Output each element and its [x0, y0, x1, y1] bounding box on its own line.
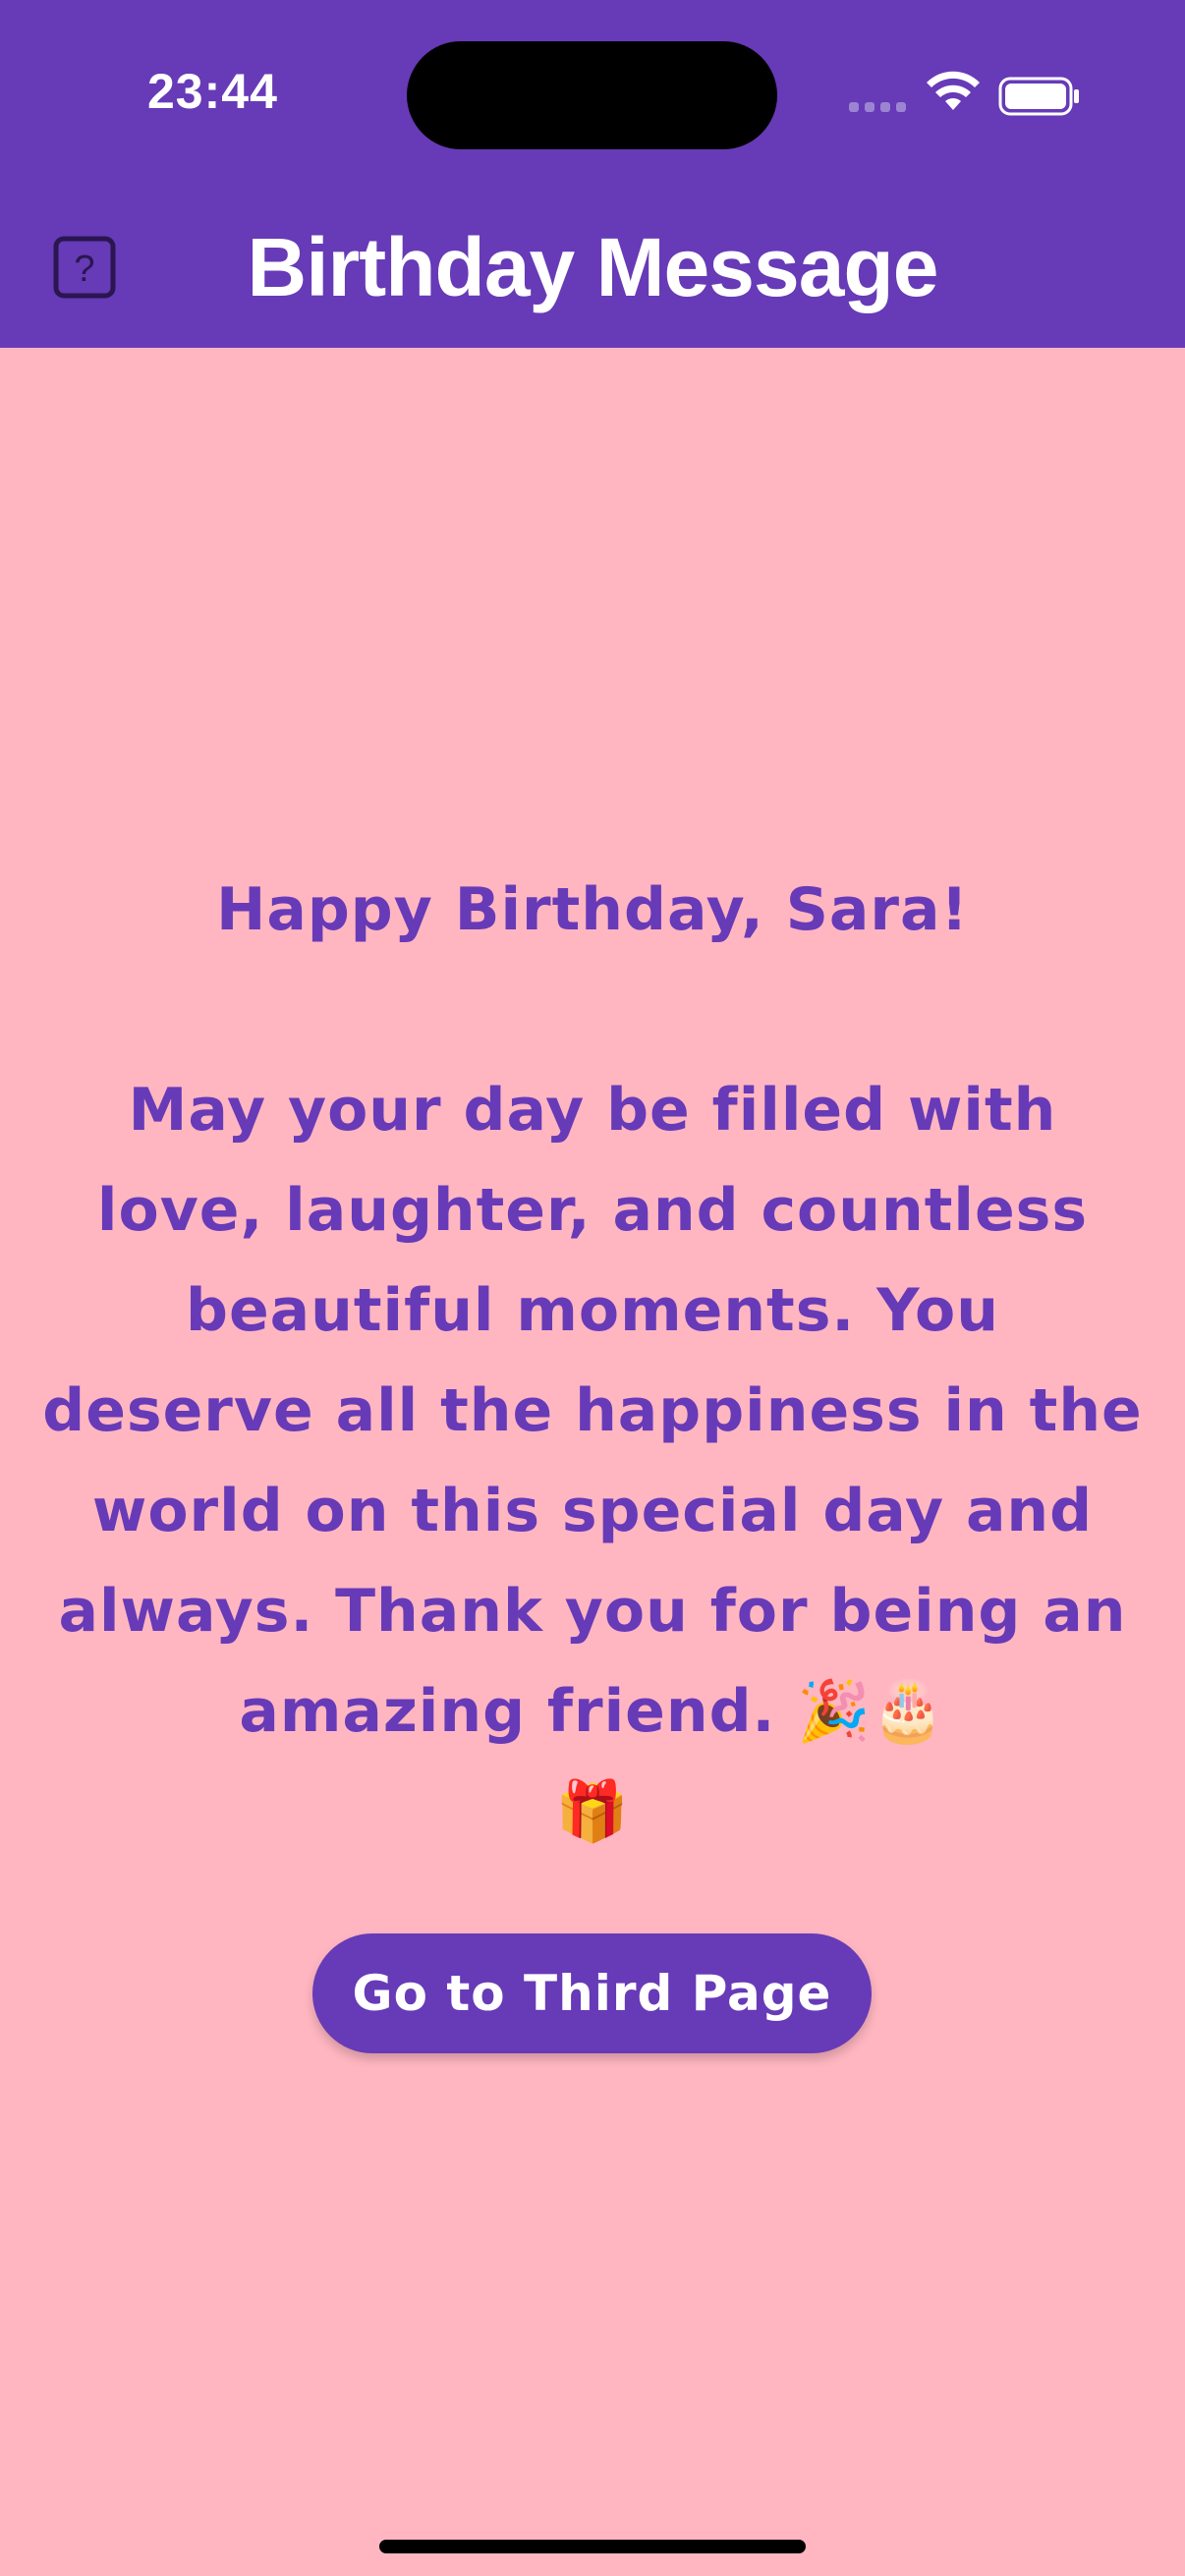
battery-icon	[998, 77, 1079, 116]
wifi-icon	[927, 71, 980, 110]
home-indicator[interactable]	[379, 2540, 806, 2553]
birthday-message: Happy Birthday, Sara! May your day be fi…	[39, 860, 1146, 1862]
go-to-third-page-button[interactable]: Go to Third Page	[312, 1933, 872, 2053]
cellular-signal-icon	[849, 102, 906, 112]
message-body: May your day be filled with love, laught…	[42, 1076, 1143, 1846]
status-time: 23:44	[147, 64, 278, 119]
app-bar: 23:44 ? Birthday Message	[0, 0, 1185, 348]
page-title: Birthday Message	[247, 221, 939, 313]
dynamic-island	[407, 41, 777, 149]
message-heading: Happy Birthday, Sara!	[216, 875, 969, 944]
